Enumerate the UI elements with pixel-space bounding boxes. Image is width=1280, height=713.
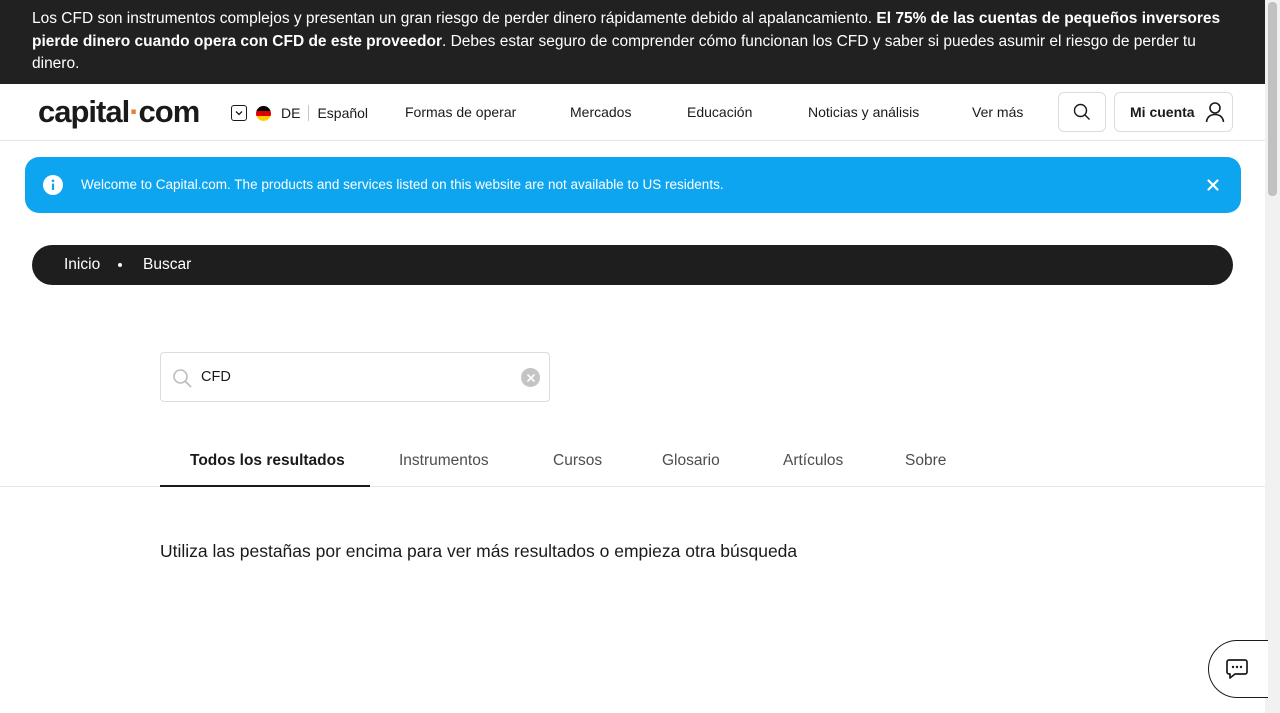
user-icon [1205, 102, 1224, 123]
germany-flag-icon [256, 105, 271, 121]
tab-sobre[interactable]: Sobre [905, 452, 946, 470]
tab-instrumentos[interactable]: Instrumentos [399, 452, 489, 470]
us-residents-notice: Welcome to Capital.com. The products and… [25, 157, 1241, 213]
active-tab-indicator [160, 485, 370, 487]
capital-com-logo[interactable]: capital·com [38, 94, 200, 130]
country-code: DE [281, 105, 301, 121]
search-hint: Utiliza las pestañas por encima para ver… [160, 541, 798, 561]
chat-icon [1225, 659, 1248, 679]
my-account-button[interactable]: Mi cuenta [1114, 92, 1233, 132]
notice-text: Welcome to Capital.com. The products and… [81, 177, 724, 192]
clear-search-icon[interactable] [521, 368, 540, 387]
breadcrumb-home[interactable]: Inicio [64, 256, 100, 274]
tab-cursos[interactable]: Cursos [553, 452, 602, 470]
scrollbar-thumb[interactable] [1268, 2, 1277, 196]
risk-warning-banner: Los CFD son instrumentos complejos y pre… [0, 0, 1265, 84]
info-icon [43, 175, 63, 195]
site-header: capital·com DE Español Formas de operar … [0, 84, 1265, 141]
search-input[interactable] [201, 365, 501, 389]
tab-todos-los-resultados[interactable]: Todos los resultados [190, 452, 345, 470]
risk-text: Los CFD son instrumentos complejos y pre… [32, 10, 877, 27]
tab-glosario[interactable]: Glosario [662, 452, 720, 470]
search-field[interactable] [160, 352, 550, 402]
nav-ver-mas[interactable]: Ver más [972, 104, 1023, 120]
chat-button[interactable] [1208, 640, 1268, 698]
nav-educacion[interactable]: Educación [687, 104, 752, 120]
search-icon [1073, 103, 1090, 120]
breadcrumb: Inicio Buscar [32, 245, 1233, 285]
page-scrollbar[interactable] [1265, 0, 1280, 713]
search-icon [173, 369, 192, 388]
breadcrumb-current: Buscar [143, 256, 192, 273]
divider [308, 105, 310, 121]
language-label: Español [317, 105, 369, 121]
header-search-button[interactable] [1058, 92, 1106, 132]
close-icon[interactable] [1205, 177, 1221, 193]
nav-noticias[interactable]: Noticias y análisis [808, 104, 919, 120]
chevron-down-icon [231, 105, 247, 121]
account-label: Mi cuenta [1130, 104, 1195, 120]
language-selector[interactable]: DE Español [231, 103, 368, 123]
nav-mercados[interactable]: Mercados [570, 104, 631, 120]
nav-formas-de-operar[interactable]: Formas de operar [405, 104, 516, 120]
breadcrumb-separator [118, 263, 122, 267]
tab-articulos[interactable]: Artículos [783, 452, 843, 470]
